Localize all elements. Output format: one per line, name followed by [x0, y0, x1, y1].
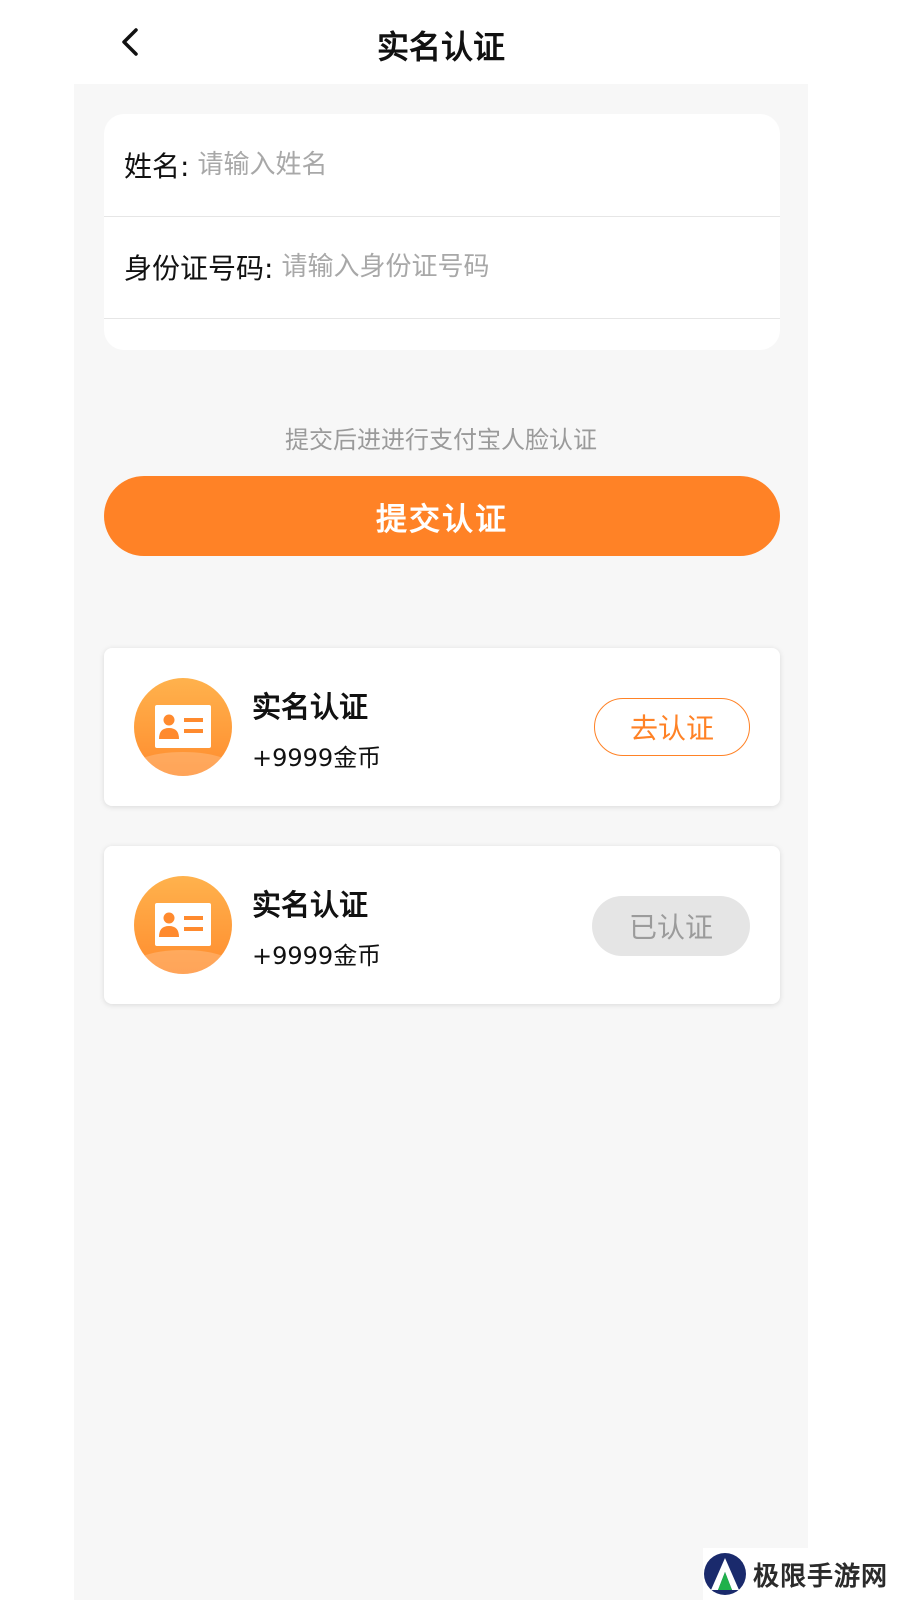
task-reward: +9999金币: [252, 744, 382, 772]
name-input[interactable]: [195, 149, 620, 181]
face-verification-hint: 提交后进进行支付宝人脸认证: [285, 426, 597, 454]
site-watermark: 极限手游网: [703, 1548, 893, 1600]
task-card-pending: 实名认证 +9999金币 去认证: [104, 648, 780, 806]
task-card-done: 实名认证 +9999金币 已认证: [104, 846, 780, 1004]
verified-status-button: 已认证: [592, 896, 750, 956]
go-verify-button[interactable]: 去认证: [594, 698, 750, 756]
page-title: 实名认证: [376, 28, 505, 66]
verification-form: 姓名: 身份证号码:: [104, 114, 780, 350]
id-card-icon: [155, 903, 211, 946]
name-row: 姓名:: [104, 114, 780, 217]
watermark-logo-icon: [704, 1553, 746, 1595]
task-icon-badge: [134, 876, 232, 974]
name-label: 姓名:: [124, 150, 190, 183]
watermark-text: 极限手游网: [753, 1561, 889, 1592]
task-icon-badge: [134, 678, 232, 776]
id-number-input[interactable]: [279, 251, 704, 283]
task-title: 实名认证: [252, 690, 369, 724]
submit-verification-button[interactable]: 提交认证: [104, 476, 780, 556]
app-screen: 实名认证 姓名: 身份证号码: 提交后进进行支付宝人脸认证 提交认证 实名认证 …: [74, 0, 808, 1600]
id-number-label: 身份证号码:: [124, 252, 274, 285]
top-navigation-bar: 实名认证: [74, 0, 808, 84]
task-reward: +9999金币: [252, 942, 382, 970]
id-card-icon: [155, 705, 211, 748]
task-title: 实名认证: [252, 888, 369, 922]
id-number-row: 身份证号码:: [104, 216, 780, 319]
